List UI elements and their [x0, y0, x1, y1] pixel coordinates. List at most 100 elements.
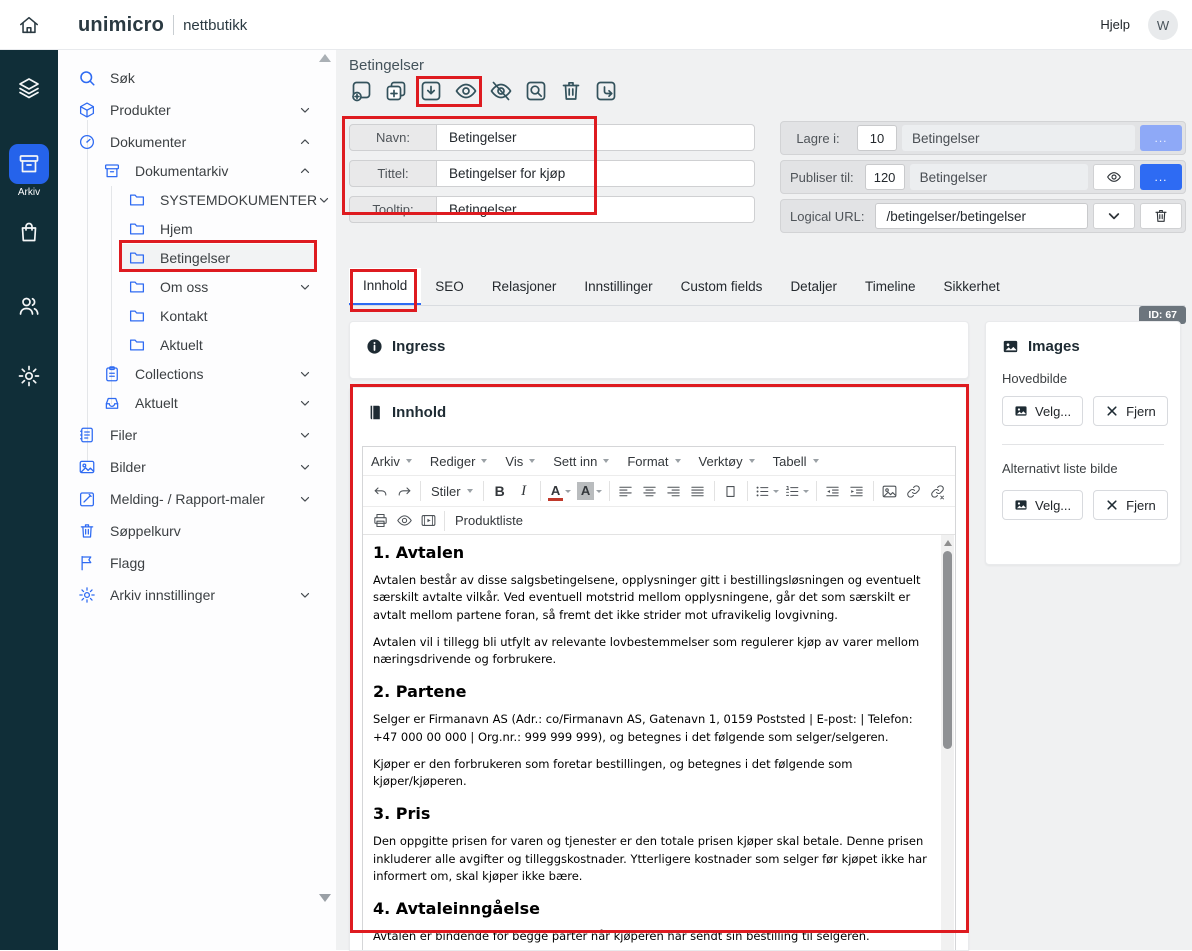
insert-link-button[interactable] — [902, 479, 926, 503]
tree-item-arkiv-innstillinger[interactable]: Arkiv innstillinger — [58, 580, 336, 609]
styles-dropdown[interactable]: Stiler — [425, 484, 479, 499]
tree-item-produkter[interactable]: Produkter — [58, 95, 336, 124]
background-color-button[interactable]: A — [575, 479, 605, 503]
italic-button[interactable]: I — [512, 479, 536, 503]
numbered-list-button[interactable] — [782, 479, 812, 503]
publiser-preview-button[interactable] — [1093, 164, 1135, 190]
save-button[interactable] — [417, 77, 445, 105]
altbilde-remove-button[interactable]: Fjern — [1093, 490, 1168, 520]
tab-seo[interactable]: SEO — [421, 268, 478, 305]
ingress-panel[interactable]: Ingress — [349, 321, 969, 379]
tree-scroll-up-icon[interactable] — [319, 54, 331, 62]
bold-button[interactable]: B — [488, 479, 512, 503]
tree-scroll-down-icon[interactable] — [319, 894, 331, 902]
insert-image-button[interactable] — [878, 479, 902, 503]
outdent-button[interactable] — [821, 479, 845, 503]
move-export-button[interactable] — [592, 77, 620, 105]
remove-link-button[interactable] — [926, 479, 950, 503]
preview-button[interactable] — [392, 509, 416, 533]
tab-custom-fields[interactable]: Custom fields — [667, 268, 777, 305]
bullet-list-button[interactable] — [752, 479, 782, 503]
navn-input[interactable]: Betingelser — [437, 124, 755, 151]
lagre-i-browse-button[interactable]: ... — [1140, 125, 1182, 151]
redo-button[interactable] — [392, 479, 416, 503]
align-left-button[interactable] — [614, 479, 638, 503]
tree-item-hjem[interactable]: Hjem — [58, 214, 336, 243]
print-button[interactable] — [368, 509, 392, 533]
chevron-down-icon[interactable] — [298, 428, 312, 442]
menu-vis[interactable]: Vis — [505, 454, 535, 469]
produktliste-button[interactable]: Produktliste — [449, 513, 529, 528]
logical-url-input[interactable]: /betingelser/betingelser — [875, 203, 1088, 229]
menu-tabell[interactable]: Tabell — [773, 454, 819, 469]
tree-item-betingelser[interactable]: Betingelser — [58, 243, 336, 272]
undo-button[interactable] — [368, 479, 392, 503]
tab-innhold[interactable]: Innhold — [349, 268, 421, 305]
lagre-i-number-input[interactable]: 10 — [857, 125, 897, 151]
tab-innstillinger[interactable]: Innstillinger — [570, 268, 666, 305]
chevron-down-icon[interactable] — [298, 588, 312, 602]
rail-item-users[interactable] — [0, 294, 58, 318]
tree-item-sok[interactable]: Søk — [58, 63, 336, 92]
unpublish-button[interactable] — [487, 77, 515, 105]
editor-content[interactable]: 1. Avtalen Avtalen består av disse salgs… — [363, 535, 942, 950]
tree-item-aktuelt-folder[interactable]: Aktuelt — [58, 330, 336, 359]
copy-document-button[interactable] — [382, 77, 410, 105]
menu-rediger[interactable]: Rediger — [430, 454, 488, 469]
tree-item-filer[interactable]: Filer — [58, 420, 336, 449]
inspect-button[interactable] — [522, 77, 550, 105]
chevron-up-icon[interactable] — [298, 135, 312, 149]
menu-format[interactable]: Format — [627, 454, 680, 469]
chevron-down-icon[interactable] — [298, 492, 312, 506]
chevron-up-icon[interactable] — [298, 164, 312, 178]
indent-button[interactable] — [845, 479, 869, 503]
tree-item-melding-rapport-maler[interactable]: Melding- / Rapport-maler — [58, 484, 336, 513]
rail-item-shop[interactable] — [0, 220, 58, 244]
url-delete-button[interactable] — [1140, 203, 1182, 229]
tree-item-systemdokumenter[interactable]: SYSTEMDOKUMENTER — [58, 185, 336, 214]
hovedbilde-choose-button[interactable]: Velg... — [1002, 396, 1083, 426]
tree-item-bilder[interactable]: Bilder — [58, 452, 336, 481]
text-color-button[interactable]: A — [545, 479, 575, 503]
tab-relasjoner[interactable]: Relasjoner — [478, 268, 571, 305]
altbilde-choose-button[interactable]: Velg... — [1002, 490, 1083, 520]
scrollbar-thumb[interactable] — [943, 551, 952, 749]
user-avatar[interactable]: W — [1148, 10, 1178, 40]
tree-item-flagg[interactable]: Flagg — [58, 548, 336, 577]
tree-item-dokumenter[interactable]: Dokumenter — [58, 127, 336, 156]
align-center-button[interactable] — [638, 479, 662, 503]
align-justify-button[interactable] — [686, 479, 710, 503]
insert-media-button[interactable] — [416, 509, 440, 533]
chevron-down-icon[interactable] — [298, 103, 312, 117]
new-document-button[interactable] — [347, 77, 375, 105]
help-link[interactable]: Hjelp — [1100, 17, 1130, 32]
chevron-down-icon[interactable] — [298, 460, 312, 474]
chevron-down-icon[interactable] — [298, 367, 312, 381]
scroll-up-icon[interactable] — [944, 540, 952, 546]
tree-item-kontakt[interactable]: Kontakt — [58, 301, 336, 330]
tree-item-collections[interactable]: Collections — [58, 359, 336, 388]
tab-sikkerhet[interactable]: Sikkerhet — [929, 268, 1013, 305]
tittel-input[interactable]: Betingelser for kjøp — [437, 160, 755, 187]
blockquote-button[interactable] — [719, 479, 743, 503]
menu-verktoy[interactable]: Verktøy — [699, 454, 755, 469]
menu-sett-inn[interactable]: Sett inn — [553, 454, 609, 469]
align-right-button[interactable] — [662, 479, 686, 503]
chevron-down-icon[interactable] — [298, 280, 312, 294]
tree-item-aktuelt[interactable]: Aktuelt — [58, 388, 336, 417]
rail-item-arkiv[interactable]: Arkiv — [0, 144, 58, 198]
chevron-down-icon[interactable] — [317, 193, 331, 207]
rail-item-settings[interactable] — [0, 364, 58, 388]
publiser-browse-button[interactable]: ... — [1140, 164, 1182, 190]
tab-timeline[interactable]: Timeline — [851, 268, 930, 305]
home-button[interactable] — [0, 0, 58, 50]
tooltip-input[interactable]: Betingelser — [437, 196, 755, 223]
delete-button[interactable] — [557, 77, 585, 105]
preview-button[interactable] — [452, 77, 480, 105]
url-dropdown-button[interactable] — [1093, 203, 1135, 229]
tree-item-soppelkurv[interactable]: Søppelkurv — [58, 516, 336, 545]
hovedbilde-remove-button[interactable]: Fjern — [1093, 396, 1168, 426]
chevron-down-icon[interactable] — [298, 396, 312, 410]
tree-item-om-oss[interactable]: Om oss — [58, 272, 336, 301]
rail-item-layers[interactable] — [0, 76, 58, 100]
